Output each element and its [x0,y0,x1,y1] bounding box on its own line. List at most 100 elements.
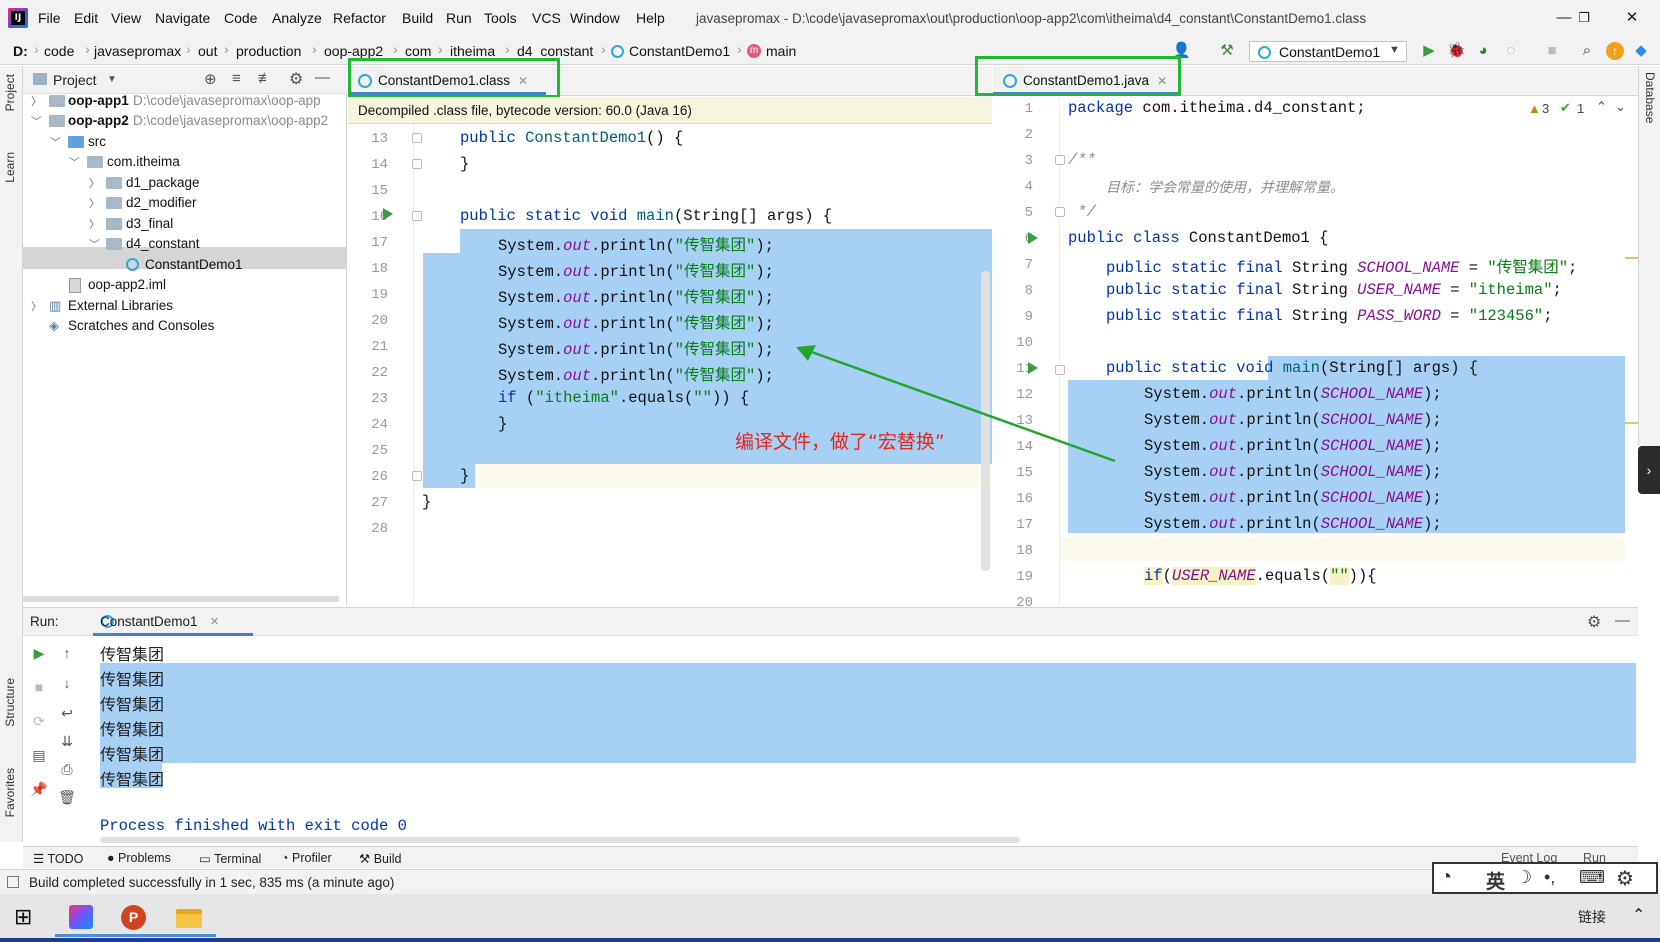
gear-icon[interactable]: ⚙ [1616,866,1634,891]
project-tool-tab[interactable]: Project [3,74,17,111]
hide-panel-icon[interactable]: — [315,69,330,86]
menu-refactor[interactable]: Refactor [333,10,386,26]
rerun-icon[interactable]: ▶ [30,644,48,662]
punctuation-icon[interactable]: •, [1544,867,1555,888]
run-tab-label[interactable]: ConstantDemo1 [100,614,198,629]
fold-marker[interactable] [412,211,422,221]
menu-window[interactable]: Window [570,10,620,26]
breadcrumb-d4-constant[interactable]: d4_constant [517,43,593,59]
breadcrumb-com[interactable]: com [405,43,431,59]
breadcrumb-itheima[interactable]: itheima [450,43,495,59]
layout-icon[interactable]: ▤ [30,746,48,764]
scroll-to-end-icon[interactable]: ⇊ [58,732,76,750]
menu-view[interactable]: View [111,10,141,26]
chevron-down-icon[interactable]: ⌄ [1615,99,1626,115]
chevron-right-icon[interactable]: 〉 [89,216,100,232]
horizontal-scrollbar[interactable] [100,837,1020,843]
toolbox-icon[interactable]: ◆ [1632,42,1650,60]
warning-stripe[interactable] [1625,422,1638,424]
chevron-right-icon[interactable]: 〉 [89,175,100,191]
build-hammer-icon[interactable]: ⚒ [1218,42,1236,60]
menu-navigate[interactable]: Navigate [155,10,210,26]
menu-help[interactable]: Help [636,10,665,26]
run-configuration-select[interactable]: ConstantDemo1 ▼ [1249,41,1407,62]
horizontal-scrollbar[interactable] [23,596,339,602]
chevron-down-icon[interactable]: 〉 [87,239,103,250]
chevron-down-icon[interactable]: 〉 [67,157,83,168]
close-window-icon[interactable]: ✕ [1622,8,1642,28]
menu-tools[interactable]: Tools [484,10,517,26]
collapse-all-icon[interactable]: ≢ [258,70,273,87]
breadcrumb-code[interactable]: code [44,43,74,59]
update-icon[interactable]: ↑ [1606,42,1624,60]
fold-marker[interactable] [1055,207,1065,217]
breadcrumb-constantdemo1[interactable]: ConstantDemo1 [629,43,730,59]
todo-tab[interactable]: ☰ TODO [33,851,83,866]
breadcrumb-out[interactable]: out [198,43,217,59]
stop-icon[interactable]: ■ [1543,42,1561,60]
database-tool-tab[interactable]: Database [1643,72,1657,123]
learn-tool-tab[interactable]: Learn [3,152,17,183]
moon-icon[interactable]: ☽ [1516,867,1532,888]
chevron-up-icon[interactable]: ⌃ [1632,905,1645,925]
restore-window-icon[interactable]: ❐ [1574,8,1594,28]
hide-panel-icon[interactable]: — [1615,612,1630,629]
arrow-down-icon[interactable]: ↓ [58,674,76,692]
restore-layout-icon[interactable]: ⟳ [30,712,48,730]
menu-run[interactable]: Run [446,10,472,26]
print-icon[interactable]: ⎙ [58,760,76,778]
breadcrumb-oop-app2[interactable]: oop-app2 [324,43,383,59]
chevron-right-icon[interactable]: 〉 [89,195,100,211]
menu-analyze[interactable]: Analyze [272,10,322,26]
chevron-up-icon[interactable]: ⌃ [1596,99,1607,115]
chevron-down-icon[interactable]: 〉 [48,137,64,148]
fold-marker[interactable] [412,159,422,169]
structure-tool-tab[interactable]: Structure [3,678,17,727]
tree-item-scratches[interactable]: ◈ Scratches and Consoles [23,316,347,337]
taskbar-powerpoint[interactable]: P [108,899,162,937]
project-title[interactable]: Project [53,72,97,88]
chevron-right-icon[interactable]: › [1638,446,1660,494]
warning-stripe[interactable] [1625,257,1638,259]
chevron-down-icon[interactable]: ▼ [107,74,117,85]
debug-icon[interactable]: 🐞 [1447,42,1466,60]
menu-code[interactable]: Code [224,10,257,26]
run-gutter-icon[interactable] [1028,232,1038,244]
gear-icon[interactable]: ⚙ [1587,612,1601,632]
chevron-down-icon[interactable]: 〉 [29,116,45,127]
favorites-tool-tab[interactable]: Favorites [3,768,17,817]
tree-item-com-itheima[interactable]: 〉 com.itheima [23,152,347,173]
chevron-right-icon[interactable]: 〉 [31,298,42,314]
fold-marker[interactable] [412,133,422,143]
locate-icon[interactable]: ⊕ [204,70,217,88]
breadcrumb-drive[interactable]: D: [13,43,28,59]
profile-icon[interactable]: ◌ [1502,42,1520,60]
expand-all-icon[interactable]: ≡ [232,70,241,87]
tray-text[interactable]: 链接 [1578,907,1606,927]
close-tab-icon[interactable]: ✕ [210,615,219,628]
windows-start-icon[interactable]: ⊞ [14,904,32,930]
warning-icon[interactable]: ▲ [1528,101,1541,116]
menu-vcs[interactable]: VCS [532,10,561,26]
menu-file[interactable]: File [38,10,61,26]
tree-item-oop-app2-iml[interactable]: oop-app2.iml [23,275,347,296]
breadcrumb-production[interactable]: production [236,43,301,59]
tree-item-d4-constant[interactable]: 〉 d4_constant [23,234,347,255]
coverage-icon[interactable]: ◕ [1474,42,1492,60]
tree-item-d2-modifier[interactable]: 〉 d2_modifier [23,193,347,214]
stop-icon[interactable]: ■ [30,678,48,696]
tree-item-oop-app2[interactable]: 〉 oop-app2 D:\code\javasepromax\oop-app2 [23,111,347,132]
keyboard-icon[interactable]: ⌨ [1579,867,1605,888]
tree-item-constantdemo1[interactable]: ConstantDemo1 [23,255,347,276]
run-icon[interactable]: ▶ [1420,42,1438,60]
menu-edit[interactable]: Edit [74,10,98,26]
fold-marker[interactable] [1055,155,1065,165]
problems-tab[interactable]: ● Problems [107,851,171,865]
minimize-icon[interactable]: — [1554,8,1574,28]
pin-icon[interactable]: 📌 [30,780,48,798]
breadcrumb-javasepromax[interactable]: javasepromax [94,43,181,59]
gear-icon[interactable]: ⚙ [289,69,303,89]
tree-item-src[interactable]: 〉 src [23,132,347,153]
tree-item-d3-final[interactable]: 〉 d3_final [23,214,347,235]
breadcrumb-main[interactable]: main [766,43,796,59]
